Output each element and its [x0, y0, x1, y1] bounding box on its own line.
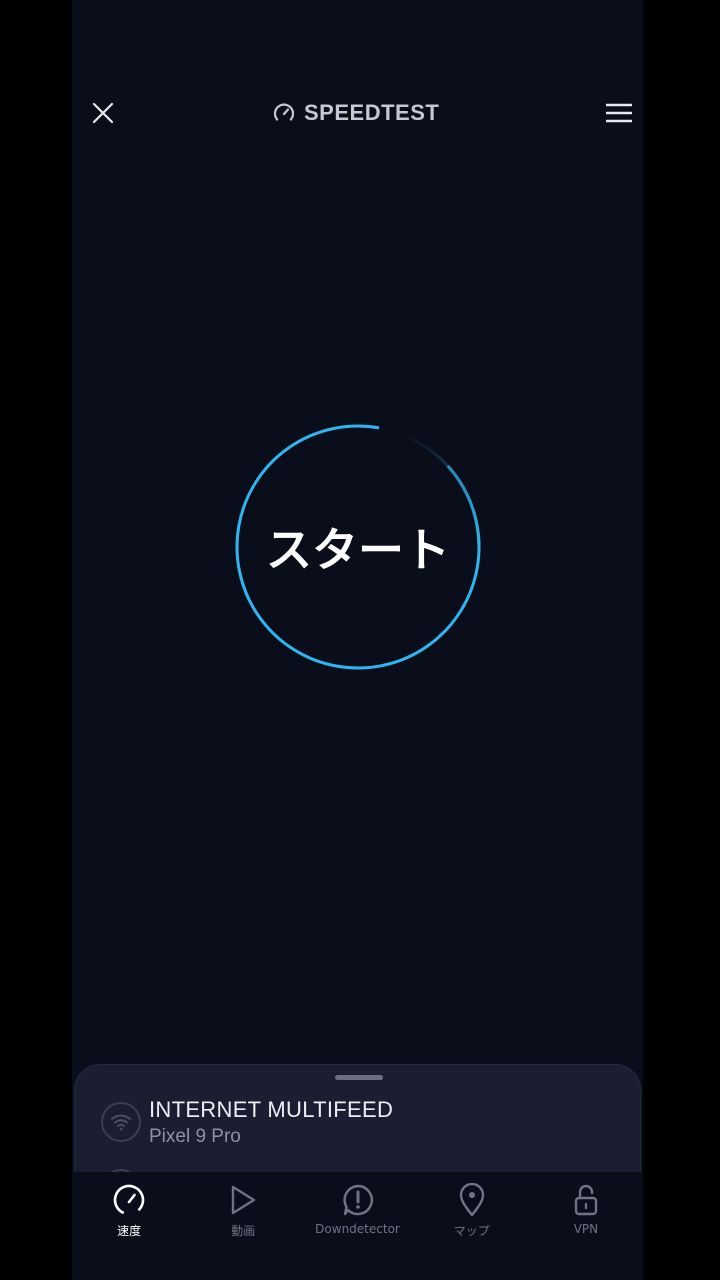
- nav-label: 動画: [231, 1224, 256, 1238]
- wifi-icon: [111, 1114, 131, 1131]
- sheet-drag-handle[interactable]: [335, 1075, 383, 1080]
- nav-label: Downdetector: [315, 1222, 400, 1236]
- speedtest-app: SPEEDTEST スタート INTERNET MULTIFEED Pixel …: [72, 0, 643, 1280]
- provider-row[interactable]: INTERNET MULTIFEED Pixel 9 Pro: [101, 1095, 621, 1155]
- nav-label: 速度: [117, 1224, 142, 1238]
- nav-label: マップ: [453, 1224, 490, 1238]
- close-icon: [92, 102, 114, 124]
- play-icon: [225, 1182, 261, 1218]
- nav-label: VPN: [573, 1222, 599, 1236]
- speedometer-icon: [111, 1182, 147, 1218]
- start-label: スタート: [266, 523, 450, 577]
- hamburger-menu-icon: [606, 103, 632, 123]
- brand-title: SPEEDTEST: [304, 100, 440, 125]
- nav-item-map[interactable]: マップ: [415, 1172, 529, 1280]
- unlock-icon: [568, 1182, 604, 1218]
- map-pin-icon: [454, 1182, 490, 1218]
- menu-button[interactable]: [604, 98, 634, 128]
- provider-name: INTERNET MULTIFEED: [149, 1097, 394, 1122]
- alert-bubble-icon: [340, 1182, 376, 1218]
- close-button[interactable]: [86, 96, 120, 130]
- bottom-nav: 速度 動画 Downdetector マップ VPN: [72, 1172, 643, 1280]
- wifi-badge: [101, 1102, 141, 1142]
- device-name: Pixel 9 Pro: [149, 1126, 241, 1147]
- start-test-button[interactable]: スタート: [234, 423, 482, 671]
- nav-item-downdetector[interactable]: Downdetector: [300, 1172, 414, 1280]
- brand-logo: SPEEDTEST: [272, 99, 439, 127]
- app-header: SPEEDTEST: [72, 84, 643, 142]
- speedometer-icon: [273, 103, 295, 121]
- nav-item-speed[interactable]: 速度: [72, 1172, 186, 1280]
- nav-item-video[interactable]: 動画: [186, 1172, 300, 1280]
- nav-item-vpn[interactable]: VPN: [529, 1172, 643, 1280]
